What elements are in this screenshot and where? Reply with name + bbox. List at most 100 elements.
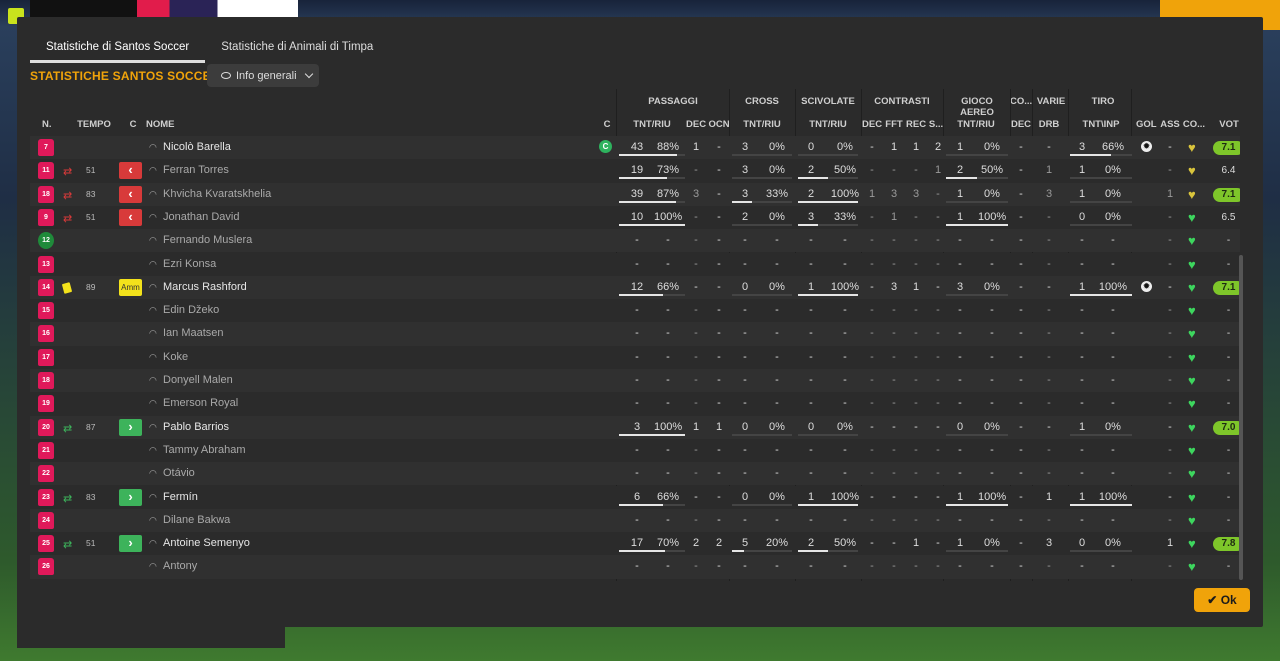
minute-played: 51 [86,538,96,549]
tackle-track [798,433,858,436]
contrasts-s: - [936,560,940,573]
player-name[interactable]: Fernando Muslera [163,234,252,246]
player-name[interactable]: Fermín [163,491,198,503]
stats-dialog: Statistiche di Santos Soccer Statistiche… [17,17,1263,627]
column-header-rec[interactable]: REC [906,119,926,130]
player-name[interactable]: Edin Džeko [163,304,219,316]
player-name[interactable]: Marcus Rashford [163,281,247,293]
player-name[interactable]: Koke [163,351,188,363]
substitution-in-icon[interactable]: › [119,418,142,436]
table-row[interactable]: 13 ◠ Ezri Konsa - - - - - - - - - - - - - - - - - - - ♥ - [30,252,1240,276]
player-name[interactable]: Dilane Bakwa [163,514,230,526]
column-header-co_dec[interactable]: DEC [1010,119,1032,130]
player-name[interactable]: Khvicha Kvaratskhelia [163,188,271,200]
cross-accuracy: 0% [769,210,785,223]
player-name[interactable]: Antoine Semenyo [163,537,250,549]
table-row[interactable]: 24 ◠ Dilane Bakwa - - - - - - - - - - - - - - - - - - - ♥ - [30,508,1240,533]
column-header-con_dec[interactable]: DEC [862,119,882,130]
table-row[interactable]: 26 ◠ Antony - - - - - - - - - - - - - - - - - - - ♥ - [30,555,1240,579]
cross-accuracy: 20% [765,537,789,550]
scrollbar[interactable] [1239,255,1243,580]
column-header-fft[interactable]: FFT [884,119,904,130]
duel-decisive: 1 [868,187,876,200]
player-name[interactable]: Jonathan David [163,211,239,223]
column-header-tiro[interactable]: TNT\INP [1076,119,1126,130]
player-rating: - [1226,468,1231,480]
table-row[interactable]: 15 ◠ Edin Džeko - - - - - - - - - - - - - - - - - - - ♥ - [30,299,1240,323]
shot-attempts: - [1080,350,1084,363]
substitution-out-icon[interactable]: ‹ [119,162,142,180]
player-name[interactable]: Pablo Barrios [163,421,229,433]
condition-heart-icon: ♥ [1188,489,1196,505]
shot-attempts: 0 [1078,537,1086,550]
condition-heart-icon: ♥ [1188,349,1196,365]
tab-home-stats[interactable]: Statistiche di Santos Soccer [30,31,206,63]
header-accuracy: 50% [980,164,1004,177]
table-row[interactable]: 22 ◠ Otávio - - - - - - - - - - - - - - - - - - - ♥ - [30,462,1240,486]
column-header-n[interactable]: N. [42,119,62,130]
column-header-sciv_tnt[interactable]: TNT/RIU [806,119,850,130]
column-header-ocn[interactable]: OCN [708,119,730,130]
column-header-nome[interactable]: NOME [146,119,206,130]
player-name[interactable]: Antony [163,560,197,572]
player-name[interactable]: Ian Maatsen [163,327,224,339]
table-row[interactable]: 14 89 Amm ◠ Marcus Rashford 12 66% - -0 0% 1 100% -3… [30,275,1240,300]
column-header-c2[interactable]: C [600,119,614,130]
column-header-ass[interactable]: ASS [1160,119,1180,130]
assists: - [1168,350,1172,363]
condition-heart-icon: ♥ [1188,512,1196,528]
recoveries: - [914,164,918,177]
substitution-in-icon[interactable]: › [119,488,142,506]
pass-decisive: - [694,374,698,386]
column-header-tempo[interactable]: TEMPO [76,119,112,130]
co-value: - [1019,210,1023,223]
cross-accuracy: - [775,350,779,363]
column-header-c[interactable]: C [126,119,140,130]
player-rating: 7.0 [1213,420,1240,435]
table-row[interactable]: 7 ◠ Nicolò Barella C 43 88% 1 - 3 0% 0 0% - 1 1 2 1 0% - - 3… [30,136,1240,160]
duel-decisive: - [870,350,874,363]
table-row[interactable]: 18 ◠ Donyell Malen - - - - - - - - - - - - - - - - - - - ♥ - [30,369,1240,393]
pass-attempts: 17 [630,537,644,550]
player-name[interactable]: Nicolò Barella [163,141,231,153]
co-value: - [1019,467,1023,480]
column-header-gol[interactable]: GOL [1136,119,1157,130]
table-row[interactable]: 19 ◠ Emerson Royal - - - - - - - - - - - - - - - - - - - ♥ - [30,392,1240,416]
column-header-aereo_tnt[interactable]: TNT/RIU [954,119,998,130]
player-name[interactable]: Otávio [163,467,195,479]
player-name[interactable]: Ferran Torres [163,164,229,176]
ok-button[interactable]: ✔ Ok [1194,588,1250,612]
table-row[interactable]: 23 ⇄ 83 › ◠ Fermín 6 66% - -0 0% 1 100% - - - -1 100% -1 1 1… [30,485,1240,509]
column-header-dec[interactable]: DEC [686,119,706,130]
table-row[interactable]: 25 ⇄ 51 › ◠ Antoine Semenyo 17 70% 2 2 5 20% 2 50% - -1… [30,532,1240,556]
table-row[interactable]: 16 ◠ Ian Maatsen - - - - - - - - - - - - - - - - - - - ♥ - [30,322,1240,346]
substitution-out-icon[interactable]: ‹ [119,185,142,203]
table-row[interactable]: 9 ⇄ 51 ‹ ◠ Jonathan David 10 100% - -2 0% 3 33% -1- -1… [30,205,1240,230]
player-name[interactable]: Donyell Malen [163,374,233,386]
header-accuracy: - [990,513,994,526]
tab-away-stats[interactable]: Statistiche di Animali di Timpa [205,31,389,63]
table-row[interactable]: 21 ◠ Tammy Abraham - - - - - - - - - - - - - - - - - - - ♥ - [30,438,1240,463]
tackle-accuracy-bar [798,200,858,203]
column-header-vot[interactable]: VOT [1214,119,1240,130]
table-row[interactable]: 12 ◠ Fernando Muslera - - - - - - - - - - - - - - - - - - - ♥ - [30,229,1240,253]
column-header-co[interactable]: CO... [1182,119,1206,130]
table-row[interactable]: 20 ⇄ 87 › ◠ Pablo Barrios 3 100% 1 1 0 0% 0 0% - - - -0 0%… [30,415,1240,439]
column-header-cross_tnt[interactable]: TNT/RIU [740,119,784,130]
column-header-pass_tnt[interactable]: TNT/RIU [630,119,674,130]
substitution-in-icon[interactable]: › [119,535,142,553]
header-accuracy: 100% [978,210,1007,223]
cross-accuracy: 33% [765,187,789,200]
table-row[interactable]: 11 ⇄ 51 ‹ ◠ Ferran Torres 19 73% - -3 0% 2 50% - - -1 2 5… [30,159,1240,183]
header-attempts: - [958,443,962,456]
player-name[interactable]: Emerson Royal [163,397,238,409]
assists: - [1168,280,1172,293]
view-dropdown[interactable]: Info generali [207,64,319,87]
player-name[interactable]: Ezri Konsa [163,258,216,270]
cross-attempts: - [743,350,747,363]
player-name[interactable]: Tammy Abraham [163,444,246,456]
table-row[interactable]: 17 ◠ Koke - - - - - - - - - - - - - - - - - - - ♥ - [30,345,1240,369]
table-row[interactable]: 18 ⇄ 83 ‹ ◠ Khvicha Kvaratskhelia 39 87% 3 - 3 33% 2… [30,182,1240,206]
column-header-drb[interactable]: DRB [1036,119,1062,130]
substitution-out-icon[interactable]: ‹ [119,208,142,226]
